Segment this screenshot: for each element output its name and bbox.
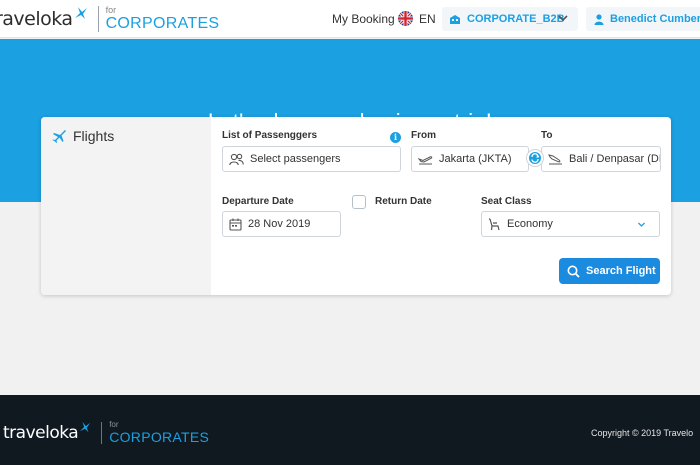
product-tabs: Flights xyxy=(41,117,211,295)
passengers-label: List of Passenggers xyxy=(222,130,318,141)
copyright-text: Copyright © 2019 Travelo xyxy=(591,428,694,438)
my-booking-link[interactable]: My Booking xyxy=(332,12,395,26)
seat-class-label: Seat Class xyxy=(481,196,532,207)
return-date-checkbox[interactable] xyxy=(352,195,366,209)
chevron-down-icon xyxy=(558,13,568,26)
footer-logo[interactable]: traveloka for CORPORATES xyxy=(3,420,210,445)
departure-date-label: Departure Date xyxy=(222,196,294,207)
company-name: CORPORATE_B2B xyxy=(467,13,565,25)
flight-search-card: Flights List of Passenggers i From To Se… xyxy=(41,117,671,295)
return-date-label: Return Date xyxy=(375,196,432,207)
destination-value: Bali / Denpasar (DF xyxy=(569,153,661,165)
footer-logo-for-label: for xyxy=(109,420,119,429)
from-label: From xyxy=(411,130,436,141)
language-selector[interactable]: EN xyxy=(398,11,436,26)
people-icon xyxy=(229,153,244,165)
passengers-select[interactable]: Select passengers xyxy=(222,146,401,172)
departure-date-field[interactable]: 28 Nov 2019 xyxy=(222,211,341,237)
origin-field[interactable]: Jakarta (JKTA) xyxy=(411,146,529,172)
search-flight-label: Search Flight xyxy=(586,265,656,277)
calendar-icon xyxy=(229,218,242,231)
chevron-down-icon xyxy=(637,220,652,232)
language-label: EN xyxy=(419,11,436,26)
to-label: To xyxy=(541,130,553,141)
origin-value: Jakarta (JKTA) xyxy=(439,153,512,165)
brand-logo[interactable]: traveloka for CORPORATES xyxy=(0,5,219,33)
logo-product-name: CORPORATES xyxy=(105,15,220,32)
logo-divider xyxy=(97,6,99,32)
logo-wordmark: traveloka xyxy=(0,8,73,30)
user-menu[interactable]: Benedict Cumberb xyxy=(586,7,700,31)
takeoff-icon xyxy=(418,156,433,165)
seat-class-value: Economy xyxy=(507,218,553,230)
logo-for-label: for xyxy=(105,5,117,15)
footer-logo-product-name: CORPORATES xyxy=(109,429,210,445)
landing-icon xyxy=(548,154,562,165)
destination-field[interactable]: Bali / Denpasar (DF xyxy=(541,146,661,172)
departure-date-value: 28 Nov 2019 xyxy=(248,218,311,230)
footer-logo-divider xyxy=(101,421,103,444)
company-selector[interactable]: CORPORATE_B2B xyxy=(442,7,578,31)
footer-logo-wordmark: traveloka xyxy=(3,422,79,443)
user-name: Benedict Cumberb xyxy=(610,13,700,25)
search-flight-button[interactable]: Search Flight xyxy=(559,258,660,284)
bird-icon xyxy=(79,420,91,438)
seat-class-select[interactable]: Economy xyxy=(481,211,660,237)
tab-flights-label: Flights xyxy=(73,128,115,144)
top-header: traveloka for CORPORATES My Booking EN xyxy=(0,0,700,38)
search-icon xyxy=(567,265,580,278)
user-icon xyxy=(594,13,604,25)
seat-icon xyxy=(489,217,500,230)
swap-route-button[interactable] xyxy=(527,150,543,166)
info-icon[interactable]: i xyxy=(390,132,401,143)
building-icon xyxy=(449,14,461,25)
airplane-icon xyxy=(52,130,66,143)
bird-icon xyxy=(74,6,88,25)
passengers-value: Select passengers xyxy=(250,153,341,165)
swap-icon xyxy=(531,153,540,163)
uk-flag-icon xyxy=(398,11,413,26)
tab-flights[interactable]: Flights xyxy=(52,128,114,144)
